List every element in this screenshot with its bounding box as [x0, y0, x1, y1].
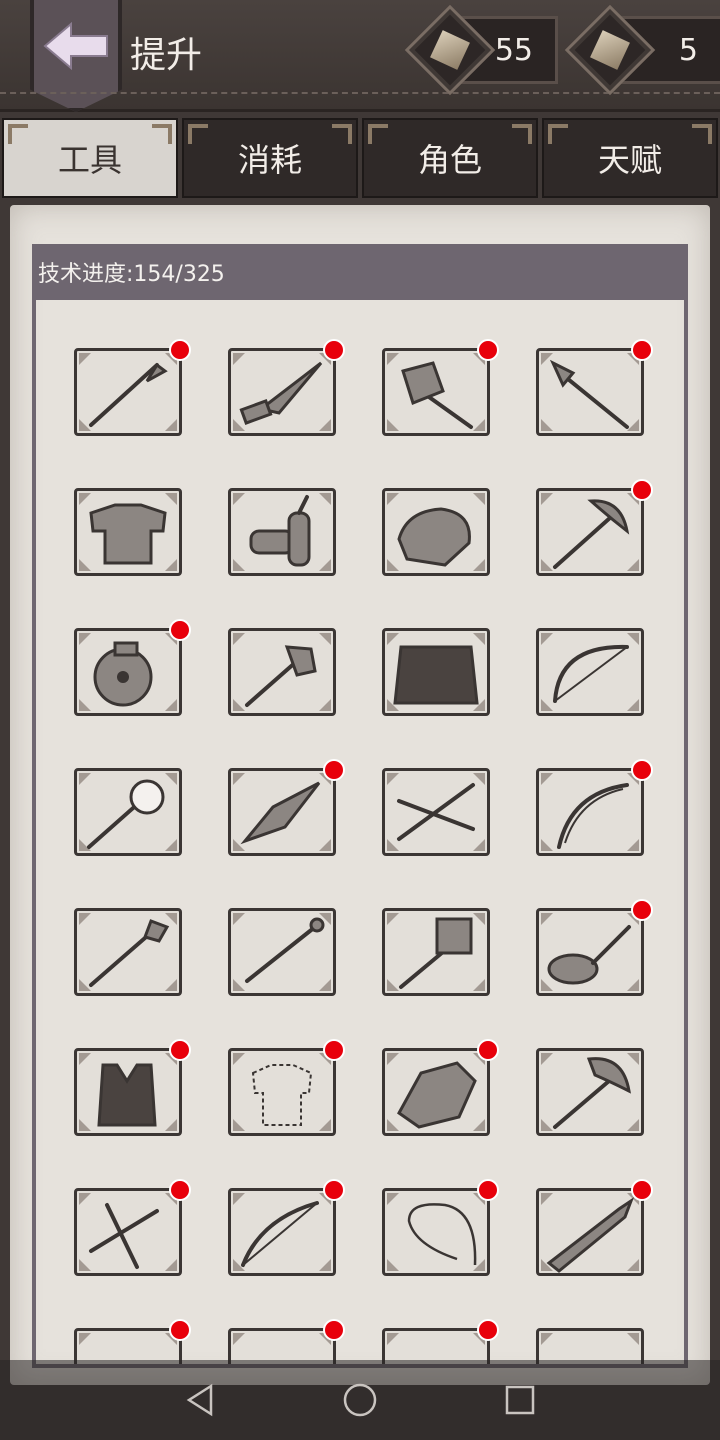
- unknown-shirt-icon: [251, 1064, 313, 1126]
- notification-dot: [477, 1039, 499, 1061]
- upgrade-item[interactable]: [228, 628, 336, 716]
- upgrade-item[interactable]: [74, 619, 191, 716]
- harpoon-icon: [549, 359, 629, 429]
- notification-dot: [323, 1179, 345, 1201]
- category-tabs: 工具 消耗 角色 天赋: [0, 118, 720, 198]
- tribal-spear-icon: [89, 919, 170, 987]
- crossbow-icon: [89, 1203, 159, 1269]
- resource-leather: 55: [404, 4, 558, 96]
- chainmail-armor-icon: [89, 503, 167, 565]
- stone-axe-icon: [245, 645, 317, 707]
- tab-label: 角色: [417, 141, 482, 179]
- upgrade-item[interactable]: [382, 908, 490, 996]
- top-bar: 提升 55 5: [0, 0, 720, 112]
- flint-stone-icon: [397, 1061, 477, 1129]
- knife-icon: [239, 361, 323, 425]
- resource-parchment: 5: [564, 4, 720, 96]
- notification-dot: [631, 1179, 653, 1201]
- bow-icon: [553, 644, 629, 703]
- page-title: 提升: [130, 35, 203, 76]
- tab-label: 消耗: [237, 141, 302, 179]
- notification-dot: [477, 1179, 499, 1201]
- upgrade-item[interactable]: [382, 339, 499, 436]
- battle-axe-icon: [553, 1057, 631, 1129]
- upgrade-item[interactable]: [228, 1039, 345, 1136]
- upgrade-item[interactable]: [382, 628, 490, 716]
- upgrade-item[interactable]: [74, 339, 191, 436]
- tech-progress: 技术进度:154/325: [32, 244, 688, 300]
- upgrade-item[interactable]: [536, 1179, 653, 1276]
- nav-home-icon[interactable]: [330, 1370, 390, 1430]
- upgrade-item[interactable]: [382, 1039, 499, 1136]
- upgrade-item[interactable]: [228, 488, 336, 576]
- tab-label: 天赋: [597, 141, 662, 179]
- nav-back-icon[interactable]: [170, 1370, 230, 1430]
- spear-icon: [89, 362, 168, 427]
- upgrade-item[interactable]: [382, 768, 490, 856]
- great-sword-icon: [546, 1197, 635, 1273]
- upgrade-item[interactable]: [228, 908, 336, 996]
- notification-dot: [477, 1319, 499, 1341]
- upgrade-item[interactable]: [74, 908, 182, 996]
- upgrade-item[interactable]: [536, 1048, 644, 1136]
- notification-dot: [631, 479, 653, 501]
- arrows-icon: [397, 783, 475, 841]
- double-axe-icon: [553, 499, 630, 569]
- frying-pan-icon: [547, 925, 631, 985]
- upgrade-item[interactable]: [74, 1039, 191, 1136]
- stone-blade-icon: [240, 781, 321, 845]
- war-hammer-icon: [399, 917, 473, 989]
- upgrade-item[interactable]: [74, 488, 182, 576]
- notification-dot: [323, 1039, 345, 1061]
- torch-icon: [87, 779, 165, 849]
- staff-icon: [245, 917, 325, 983]
- upgrade-item[interactable]: [74, 768, 182, 856]
- grass-skirt-icon: [393, 645, 479, 705]
- system-nav-bar: [0, 1360, 720, 1440]
- upgrade-item[interactable]: [536, 479, 653, 576]
- upgrade-item[interactable]: [228, 759, 345, 856]
- dynamite-icon: [249, 495, 311, 567]
- stone-hammer-icon: [401, 361, 473, 429]
- upgrade-item[interactable]: [536, 899, 653, 996]
- upgrade-item[interactable]: [228, 1179, 345, 1276]
- notification-dot: [323, 339, 345, 361]
- tab-label: 工具: [57, 141, 122, 179]
- compound-bow-icon: [241, 1201, 319, 1267]
- upgrade-item[interactable]: [536, 339, 653, 436]
- tab-tools[interactable]: 工具: [2, 118, 178, 198]
- notification-dot: [169, 619, 191, 641]
- tech-progress-label: 技术进度:154/325: [38, 262, 225, 287]
- upgrade-item[interactable]: [228, 339, 345, 436]
- notification-dot: [631, 759, 653, 781]
- upgrade-item[interactable]: [536, 759, 653, 856]
- upgrade-item[interactable]: [382, 488, 490, 576]
- nav-recents-icon[interactable]: [490, 1370, 550, 1430]
- notification-dot: [169, 1039, 191, 1061]
- notification-dot: [477, 339, 499, 361]
- notification-dot: [169, 339, 191, 361]
- notification-dot: [169, 1179, 191, 1201]
- leather-vest-icon: [97, 1063, 157, 1127]
- poison-jar-icon: [93, 641, 153, 707]
- notification-dot: [323, 759, 345, 781]
- tab-consumables[interactable]: 消耗: [182, 118, 358, 198]
- notification-dot: [631, 339, 653, 361]
- notification-dot: [323, 1319, 345, 1341]
- upgrade-item[interactable]: [382, 1179, 499, 1276]
- backpack-icon: [397, 507, 471, 567]
- back-button[interactable]: [30, 0, 122, 112]
- tab-talents[interactable]: 天赋: [542, 118, 718, 198]
- tab-characters[interactable]: 角色: [362, 118, 538, 198]
- notification-dot: [169, 1319, 191, 1341]
- upgrade-item[interactable]: [74, 1179, 191, 1276]
- back-arrow-icon: [43, 22, 108, 70]
- items-grid: [74, 339, 653, 1364]
- items-scroll-area[interactable]: [32, 300, 688, 1368]
- upgrade-item[interactable]: [536, 628, 644, 716]
- whip-icon: [407, 1203, 477, 1266]
- notification-dot: [631, 899, 653, 921]
- longbow-icon: [557, 783, 629, 849]
